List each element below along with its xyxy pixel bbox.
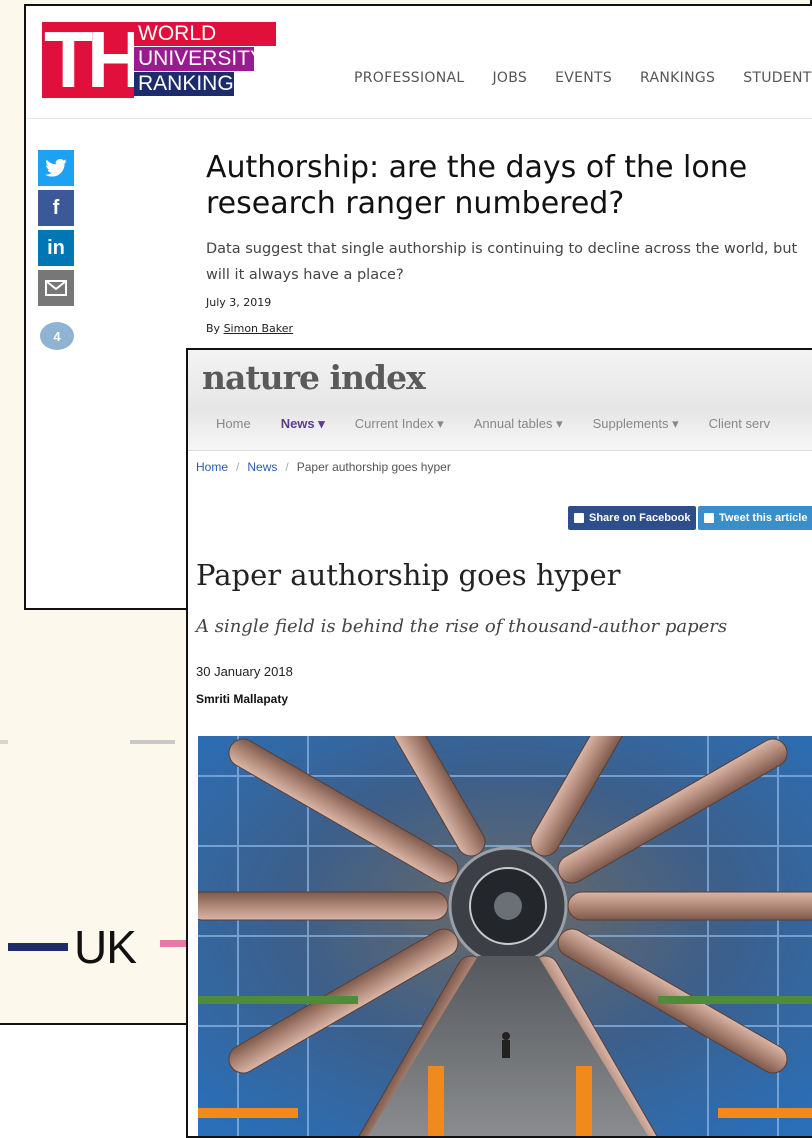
author-link[interactable]: Simon Baker: [224, 322, 294, 335]
ni-nav-supplements[interactable]: Supplements ▾: [593, 416, 679, 432]
share-facebook-label: Share on Facebook: [589, 512, 691, 524]
the-header: THE WORLD UNIVERSITY RANKINGS PROFESSION…: [26, 6, 812, 119]
ni-article-date: 30 January 2018: [196, 664, 293, 679]
tweet-article-button[interactable]: Tweet this article: [698, 506, 812, 530]
the-article-date: July 3, 2019: [206, 296, 272, 309]
ni-article-subtitle: A single field is behind the rise of tho…: [196, 616, 728, 637]
linkedin-icon[interactable]: in: [38, 230, 74, 266]
uk-legend-label: UK: [74, 921, 137, 973]
ni-nav-annual-tables[interactable]: Annual tables ▾: [474, 416, 563, 432]
ni-nav-current-index[interactable]: Current Index ▾: [355, 416, 444, 432]
particle-detector-illustration: [198, 736, 812, 1136]
share-facebook-button[interactable]: Share on Facebook: [568, 506, 697, 530]
comment-count: 4: [53, 328, 61, 344]
the-logo-wordmark: WORLD UNIVERSITY RANKINGS: [134, 22, 276, 98]
chart-grey-line: [0, 740, 175, 744]
the-logo-mark: THE: [42, 20, 192, 100]
ni-main-nav: Home News ▾ Current Index ▾ Annual table…: [216, 416, 800, 432]
uk-legend-swatch: [8, 943, 68, 951]
nature-index-screenshot: nature index Home News ▾ Current Index ▾…: [186, 348, 812, 1138]
breadcrumb-current: Paper authorship goes hyper: [296, 460, 451, 474]
ni-nav-client-services[interactable]: Client serv: [709, 416, 770, 432]
nav-events[interactable]: EVENTS: [555, 70, 612, 86]
nav-jobs[interactable]: JOBS: [492, 70, 527, 86]
share-column: f in: [38, 150, 76, 310]
logo-word-world: WORLD: [134, 22, 276, 47]
facebook-glyph: f: [52, 196, 60, 219]
ni-header: nature index Home News ▾ Current Index ▾…: [188, 350, 812, 451]
logo-word-rankings: RANKINGS: [134, 72, 248, 97]
twitter-icon[interactable]: [38, 150, 74, 186]
nature-index-logo[interactable]: nature index: [202, 358, 426, 397]
nav-student[interactable]: STUDENT: [743, 70, 811, 86]
the-article-standfirst: Data suggest that single authorship is c…: [206, 241, 798, 283]
breadcrumb-news[interactable]: News: [247, 460, 277, 474]
ni-nav-news[interactable]: News ▾: [281, 416, 325, 432]
nav-professional[interactable]: PROFESSIONAL: [354, 70, 464, 86]
twitter-icon: [704, 513, 714, 523]
nav-rankings[interactable]: RANKINGS: [640, 70, 715, 86]
the-article-title: Authorship: are the days of the lone res…: [206, 150, 748, 221]
linkedin-glyph: in: [47, 236, 65, 259]
detector-photo: [198, 736, 812, 1136]
facebook-icon: [574, 513, 584, 523]
ni-article-author[interactable]: Smriti Mallapaty: [196, 692, 288, 706]
the-main-nav: PROFESSIONAL JOBS EVENTS RANKINGS STUDEN…: [354, 70, 812, 86]
byline-prefix: By: [206, 322, 221, 335]
the-logo[interactable]: THE WORLD UNIVERSITY RANKINGS: [42, 20, 276, 100]
ni-article-title: Paper authorship goes hyper: [196, 558, 621, 592]
breadcrumb-separator: /: [236, 460, 240, 474]
tweet-article-label: Tweet this article: [719, 512, 808, 524]
breadcrumb-separator: /: [285, 460, 289, 474]
chart-pink-line-fragment: [160, 940, 188, 947]
comment-count-icon[interactable]: 4: [40, 322, 74, 350]
email-icon[interactable]: [38, 270, 74, 306]
the-article-byline: By Simon Baker: [206, 322, 293, 335]
chart-legend-uk: UK: [8, 912, 137, 982]
facebook-icon[interactable]: f: [38, 190, 74, 226]
envelope-icon: [45, 280, 67, 296]
logo-word-university: UNIVERSITY: [134, 47, 264, 72]
breadcrumb-home[interactable]: Home: [196, 460, 228, 474]
twitter-bird-icon: [45, 159, 67, 177]
breadcrumb: Home / News / Paper authorship goes hyper: [196, 460, 451, 474]
ni-nav-home[interactable]: Home: [216, 416, 251, 432]
